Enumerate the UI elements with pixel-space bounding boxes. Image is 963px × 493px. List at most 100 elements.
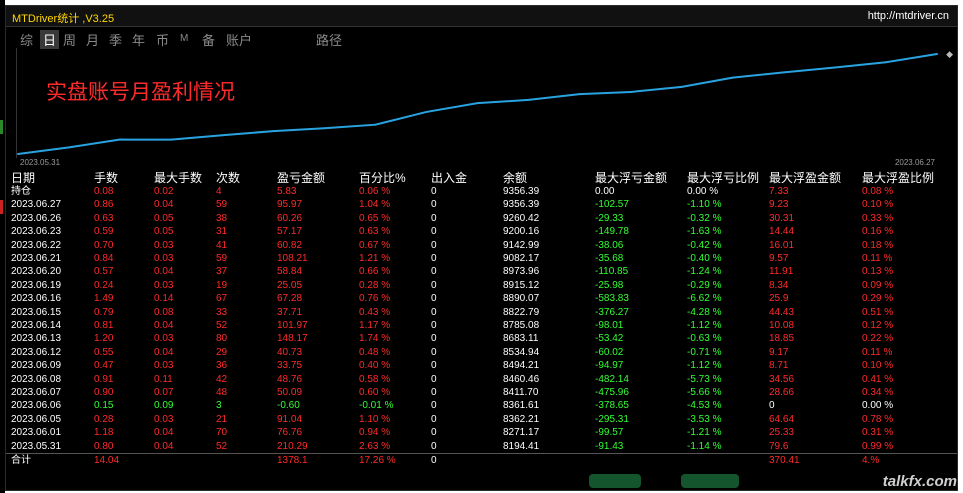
table-row[interactable]: 2023.06.19 0.24 0.03 19 25.05 0.28 % 0 8915.12 -… bbox=[6, 279, 957, 292]
cell-date: 2023.06.13 bbox=[11, 333, 62, 345]
table-row[interactable]: 2023.06.20 0.57 0.04 37 58.84 0.66 % 0 8973.96 -… bbox=[6, 265, 957, 278]
cell-pct: 0.40 % bbox=[359, 360, 391, 372]
total-pnl: 1378.1 bbox=[277, 455, 308, 466]
table-row[interactable]: 2023.06.22 0.70 0.03 41 60.82 0.67 % 0 9142.99 -… bbox=[6, 239, 957, 252]
tab-3[interactable]: 月 bbox=[86, 30, 99, 49]
cell-date: 持仓 bbox=[11, 186, 31, 197]
cell-pnl: 91.04 bbox=[277, 413, 303, 425]
table-row[interactable]: 2023.06.12 0.55 0.04 29 40.73 0.48 % 0 8534.94 -… bbox=[6, 346, 957, 359]
cell-lots: 0.15 bbox=[94, 400, 114, 412]
cell-io: 0 bbox=[431, 226, 437, 238]
table-row[interactable]: 2023.06.05 0.28 0.03 21 91.04 1.10 % 0 8362.21 -… bbox=[6, 413, 957, 426]
table-row[interactable]: 2023.06.23 0.59 0.05 31 57.17 0.63 % 0 9200.16 -… bbox=[6, 225, 957, 238]
table-row[interactable]: 2023.06.26 0.63 0.05 38 60.26 0.65 % 0 9260.42 -… bbox=[6, 212, 957, 225]
column-header[interactable]: 出入金 bbox=[431, 171, 467, 186]
cell-maxfpp: 0.51 % bbox=[862, 306, 894, 318]
tab-2[interactable]: 周 bbox=[63, 30, 76, 49]
cell-maxflp: 0.00 % bbox=[687, 186, 719, 197]
cell-count: 21 bbox=[216, 413, 228, 425]
site-link[interactable]: http://mtdriver.cn bbox=[868, 10, 949, 22]
column-header[interactable]: 最大浮盈金额 bbox=[769, 171, 841, 186]
table-row[interactable]: 2023.05.31 0.80 0.04 52 210.29 2.63 % 0 8194.41… bbox=[6, 440, 957, 453]
settings-gear-icon[interactable]: ◆ bbox=[946, 49, 953, 60]
column-header[interactable]: 最大手数 bbox=[154, 171, 202, 186]
cell-maxflp: -1.12 % bbox=[687, 360, 722, 372]
table-row[interactable]: 2023.06.27 0.86 0.04 59 95.97 1.04 % 0 9356.39 -… bbox=[6, 198, 957, 211]
cell-balance: 9082.17 bbox=[503, 253, 540, 264]
cell-pct: 0.58 % bbox=[359, 373, 391, 385]
column-header[interactable]: 日期 bbox=[11, 171, 35, 186]
table-row[interactable]: 2023.06.07 0.90 0.07 48 50.09 0.60 % 0 8411.70 -… bbox=[6, 386, 957, 399]
table-row[interactable]: 2023.06.01 1.18 0.04 70 76.76 0.94 % 0 8271.17 -… bbox=[6, 426, 957, 439]
table-row[interactable]: 2023.06.14 0.81 0.04 52 101.97 1.17 % 0 8785.08… bbox=[6, 319, 957, 332]
cell-maxflp: -0.71 % bbox=[687, 346, 722, 358]
table-row[interactable]: 2023.06.13 1.20 0.03 80 148.17 1.74 % 0 8683.11… bbox=[6, 332, 957, 345]
tab-9[interactable]: 账户 bbox=[226, 30, 252, 49]
cell-maxfpp: 0.11 % bbox=[862, 253, 893, 264]
column-header[interactable]: 百分比% bbox=[359, 171, 406, 186]
tab-1[interactable]: 日 bbox=[40, 30, 60, 49]
cell-date: 2023.06.22 bbox=[11, 239, 62, 251]
cell-maxfl: 0.00 bbox=[595, 186, 615, 197]
cell-maxlots: 0.03 bbox=[154, 333, 174, 345]
column-header[interactable]: 最大浮亏比例 bbox=[687, 171, 759, 186]
table-row[interactable]: 2023.06.21 0.84 0.03 59 108.21 1.21 % 0 9082.17… bbox=[6, 252, 957, 265]
cell-maxfpp: 0.00 % bbox=[862, 400, 894, 412]
cell-date: 2023.06.20 bbox=[11, 266, 62, 278]
cell-maxfp: 9.57 bbox=[769, 253, 789, 264]
column-header[interactable]: 最大浮盈比例 bbox=[862, 171, 934, 186]
tab-7[interactable]: M bbox=[180, 33, 188, 44]
total-io: 0 bbox=[431, 455, 437, 466]
cell-count: 59 bbox=[216, 199, 228, 211]
table-row[interactable]: 2023.06.15 0.79 0.08 33 37.71 0.43 % 0 8822.79 -… bbox=[6, 306, 957, 319]
equity-point-10 bbox=[527, 98, 530, 101]
column-header[interactable]: 余额 bbox=[503, 171, 527, 186]
cell-maxlots: 0.03 bbox=[154, 360, 174, 372]
cell-maxfp: 28.66 bbox=[769, 387, 795, 398]
table-row[interactable]: 2023.06.09 0.47 0.03 36 33.75 0.40 % 0 8494.21 -… bbox=[6, 359, 957, 372]
cell-count: 52 bbox=[216, 440, 228, 452]
column-header[interactable]: 盈亏金额 bbox=[277, 171, 325, 186]
table-header: 日期 手数 最大手数 次数 盈亏金额 百分比% 出入金 余额 最大浮亏金额 最大浮亏比例 最大浮盈金… bbox=[6, 171, 957, 186]
cell-count: 80 bbox=[216, 333, 228, 345]
cell-count: 4 bbox=[216, 186, 222, 197]
table-row[interactable]: 2023.06.08 0.91 0.11 42 48.76 0.58 % 0 8460.46 -… bbox=[6, 373, 957, 386]
tab-5[interactable]: 年 bbox=[132, 30, 145, 49]
cell-lots: 0.90 bbox=[94, 387, 114, 398]
cell-pct: 2.63 % bbox=[359, 440, 391, 452]
table-row[interactable]: 2023.06.06 0.15 0.09 3 -0.60 -0.01 % 0 8361.61 -… bbox=[6, 399, 957, 412]
tab-4[interactable]: 季 bbox=[109, 30, 122, 49]
cell-pct: 0.60 % bbox=[359, 387, 391, 398]
column-header[interactable]: 手数 bbox=[94, 171, 118, 186]
cell-maxlots: 0.03 bbox=[154, 253, 174, 264]
table-row[interactable]: 持仓 0.08 0.02 4 5.83 0.06 % 0 9356.39 0.00 0.00 % 7… bbox=[6, 185, 957, 198]
tab-8[interactable]: 备 bbox=[202, 30, 215, 49]
tab-6[interactable]: 币 bbox=[156, 30, 169, 49]
column-header[interactable]: 次数 bbox=[216, 171, 240, 186]
equity-point-8 bbox=[425, 110, 428, 113]
cell-pct: 0.06 % bbox=[359, 186, 391, 197]
cell-maxlots: 0.03 bbox=[154, 279, 174, 291]
cell-maxfp: 18.85 bbox=[769, 333, 795, 345]
cell-lots: 0.81 bbox=[94, 320, 114, 331]
cell-maxflp: -0.29 % bbox=[687, 279, 722, 291]
cell-count: 67 bbox=[216, 293, 228, 305]
cell-balance: 8411.70 bbox=[503, 387, 539, 398]
column-header[interactable]: 最大浮亏金额 bbox=[595, 171, 667, 186]
cell-maxfl: -25.98 bbox=[595, 279, 624, 291]
tab-10[interactable]: 路径 bbox=[316, 30, 342, 49]
cell-maxlots: 0.08 bbox=[154, 306, 174, 318]
cell-maxfpp: 0.41 % bbox=[862, 373, 894, 385]
cell-io: 0 bbox=[431, 212, 437, 224]
stats-panel: MTDriver统计 ,V3.25 http://mtdriver.cn 综日周… bbox=[5, 5, 958, 491]
cell-count: 52 bbox=[216, 320, 228, 331]
table-row[interactable]: 2023.06.16 1.49 0.14 67 67.28 0.76 % 0 8890.07 -… bbox=[6, 292, 957, 305]
cell-io: 0 bbox=[431, 199, 437, 211]
cell-date: 2023.06.05 bbox=[11, 413, 62, 425]
tab-0[interactable]: 综 bbox=[20, 30, 33, 49]
cell-io: 0 bbox=[431, 306, 437, 318]
cell-date: 2023.06.01 bbox=[11, 427, 62, 439]
cell-balance: 8890.07 bbox=[503, 293, 540, 305]
cell-count: 38 bbox=[216, 212, 228, 224]
cell-balance: 8785.08 bbox=[503, 320, 540, 331]
